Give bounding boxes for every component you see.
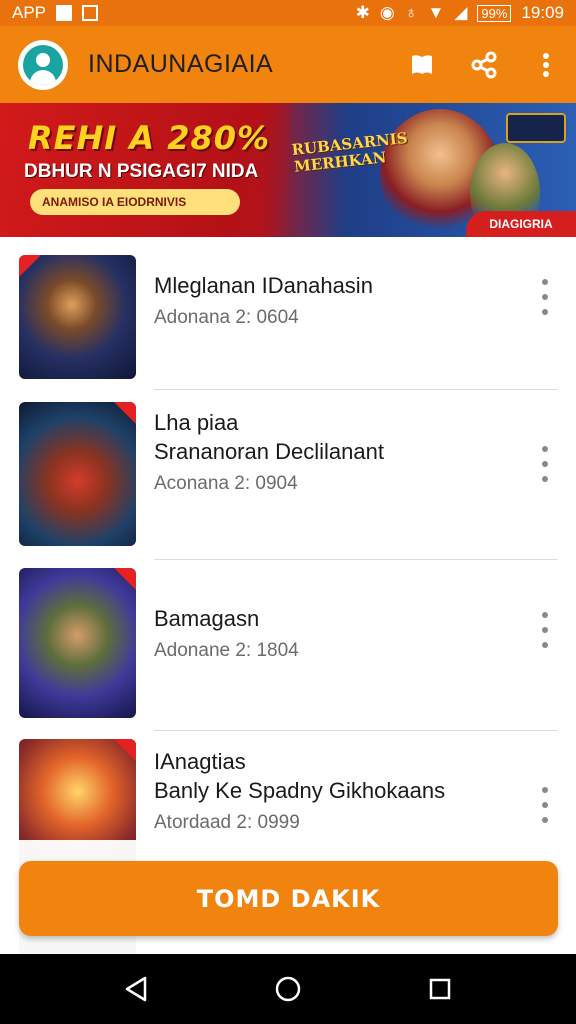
bluetooth-icon: ✱ (355, 3, 370, 22)
app-actions (408, 51, 560, 79)
item-text: Mleglanan IDanahasin Adonana 2: 0604 (154, 271, 514, 332)
item-text: Lha piaa Srananoran Declilanant Aconana … (154, 408, 514, 498)
item-more-icon[interactable] (537, 446, 553, 482)
item-text: IAnagtias Banly Ke Spadny Gikhokaans Ato… (154, 747, 514, 837)
game-title: Bamagasn (154, 606, 260, 631)
banner-corner-tag: DIAGIGRIA (466, 211, 576, 237)
vibrate-icon: ♁ (404, 3, 418, 22)
recents-icon[interactable] (420, 969, 460, 1009)
banner-badge (506, 113, 566, 143)
banner-game-logo: RUBASARNIS MERHKAN (290, 128, 409, 176)
game-meta: Atordaad 2: 0999 (154, 812, 300, 833)
status-left: APP (12, 3, 99, 23)
app-bar: INDAUNAGIAIA (0, 26, 576, 103)
game-meta: Adonane 2: 1804 (154, 640, 299, 661)
wifi-icon: ▼ (427, 3, 445, 22)
status-app-label: APP (12, 3, 47, 22)
game-thumbnail[interactable] (19, 568, 136, 718)
bookmark-icon[interactable] (408, 51, 436, 79)
item-more-icon[interactable] (537, 787, 553, 823)
game-meta: Aconana 2: 0904 (154, 473, 298, 494)
cta-button[interactable]: TOMD DAKIK (19, 861, 558, 936)
item-text: Bamagasn Adonane 2: 1804 (154, 604, 514, 665)
promo-banner[interactable]: REHI A 280% DBHUR N PSIGAGI7 NIDA ANAMIS… (0, 103, 576, 237)
banner-headline: REHI A 280% (28, 119, 271, 157)
back-icon[interactable] (116, 969, 156, 1009)
status-right: ✱ ◉ ♁ ▼ ◢ 99% 19:09 (356, 3, 564, 23)
home-icon[interactable] (268, 969, 308, 1009)
notification-icon-2 (82, 5, 99, 21)
list-item[interactable]: Mleglanan IDanahasin Adonana 2: 0604 (0, 237, 576, 407)
game-thumbnail[interactable] (19, 255, 136, 379)
game-title: IAnagtias Banly Ke Spadny Gikhokaans (154, 749, 446, 803)
banner-pill: ANAMISO IA EIODRNIVIS (30, 189, 240, 215)
game-title: Mleglanan IDanahasin (154, 273, 373, 298)
list-item[interactable]: Lha piaa Srananoran Declilanant Aconana … (0, 390, 576, 560)
battery-text: 99% (477, 4, 512, 22)
status-time: 19:09 (521, 3, 564, 22)
game-thumbnail[interactable] (19, 402, 136, 546)
more-vert-icon[interactable] (532, 51, 560, 79)
item-more-icon[interactable] (537, 279, 553, 315)
share-icon[interactable] (470, 51, 498, 79)
system-nav-bar (0, 954, 576, 1024)
signal-icon: ◢ (454, 3, 468, 22)
list-item[interactable]: Bamagasn Adonane 2: 1804 (0, 560, 576, 731)
banner-subline: DBHUR N PSIGAGI7 NIDA (24, 161, 259, 182)
status-bar: APP ✱ ◉ ♁ ▼ ◢ 99% 19:09 (0, 0, 576, 26)
game-meta: Adonana 2: 0604 (154, 307, 299, 328)
item-more-icon[interactable] (537, 612, 553, 648)
notification-icon (56, 5, 73, 21)
alarm-icon: ◉ (379, 3, 395, 22)
cta-container: TOMD DAKIK (0, 840, 576, 954)
app-logo-icon[interactable] (18, 39, 68, 90)
game-title: Lha piaa Srananoran Declilanant (154, 410, 384, 464)
app-title: INDAUNAGIAIA (88, 50, 274, 78)
